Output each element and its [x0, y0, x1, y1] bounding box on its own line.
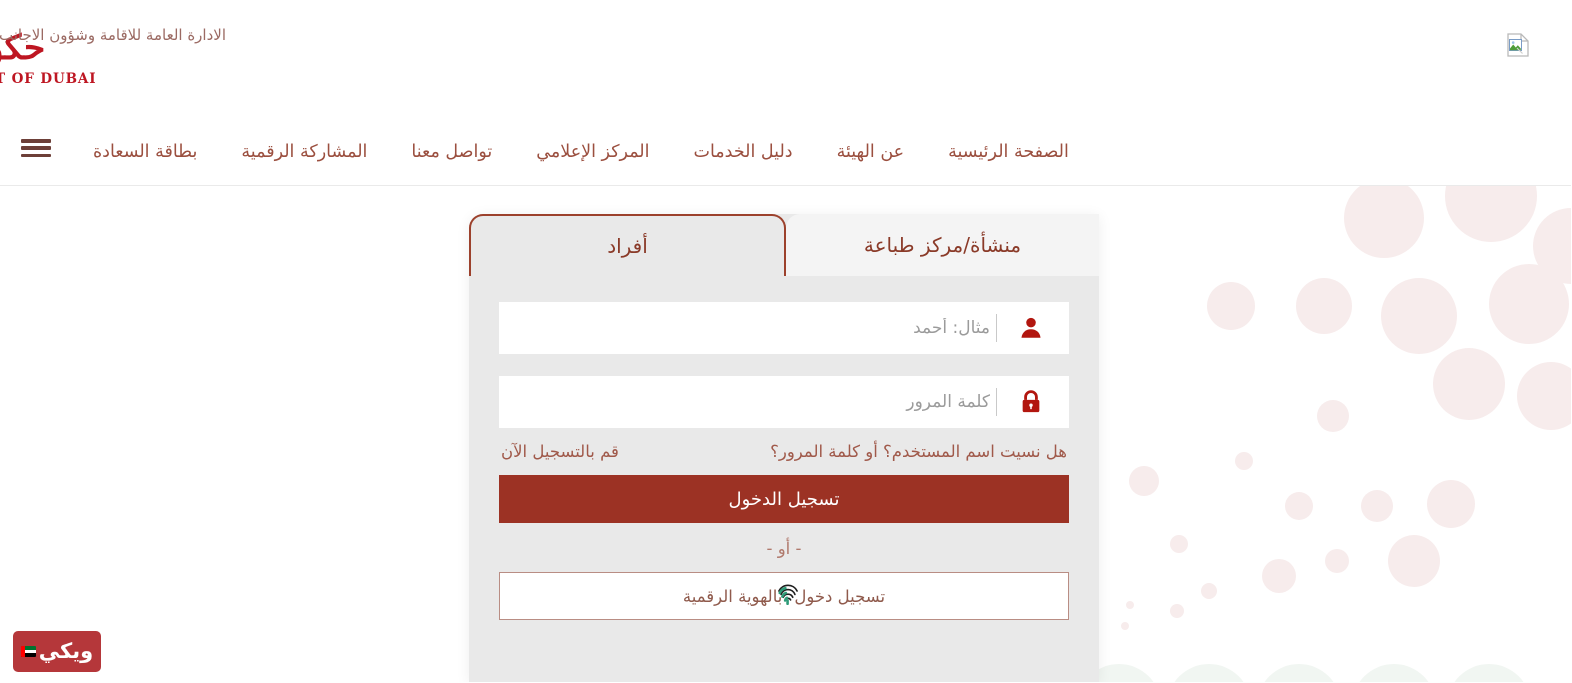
gdrfa-logo-alt-text: الادارة العامة للاقامة وشؤون الاجانب — [0, 26, 227, 44]
tab-establishment-printing-center[interactable]: منشأة/مركز طباعة — [787, 214, 1100, 276]
logo-latin-text: GOVERNMENT OF DUBAI — [0, 71, 98, 87]
fingerprint-uaepass-icon — [776, 581, 802, 611]
uaepass-label-right: تسجيل دخول — [795, 586, 887, 606]
uaepass-login-button[interactable]: تسجيل دخول بالهوية الرقمية — [500, 572, 1070, 620]
tab-individuals[interactable]: أفراد — [470, 214, 787, 276]
login-card: منشأة/مركز طباعة أفراد مثال: أحمد هل نسي… — [470, 214, 1100, 682]
uae-flag-icon — [21, 646, 37, 657]
register-now-link[interactable]: قم بالتسجيل الآن — [502, 442, 620, 461]
password-input[interactable] — [518, 376, 991, 428]
nav-item-about[interactable]: عن الهيئة — [816, 118, 928, 186]
wiki-watermark: ويكي — [14, 631, 102, 672]
nav-item-media-center[interactable]: المركز الإعلامي — [515, 118, 672, 186]
helper-links-row: هل نسيت اسم المستخدم؟ أو كلمة المرور؟ قم… — [502, 442, 1068, 461]
nav-item-home[interactable]: الصفحة الرئيسية — [927, 118, 1092, 186]
nav-item-happiness-card[interactable]: بطاقة السعادة — [72, 118, 220, 186]
user-icon — [1012, 315, 1052, 341]
password-field-wrapper — [500, 376, 1070, 428]
field-separator — [997, 388, 998, 416]
nav-links-list: الصفحة الرئيسية عن الهيئة دليل الخدمات ا… — [72, 118, 1092, 186]
main-navigation-bar: الصفحة الرئيسية عن الهيئة دليل الخدمات ا… — [0, 118, 1572, 291]
nav-item-contact-us[interactable]: تواصل معنا — [390, 118, 515, 186]
top-header: حكومة دبي GOVERNMENT OF DUBAI الادارة ال… — [0, 0, 1572, 118]
login-submit-button[interactable]: تسجيل الدخول — [500, 475, 1070, 523]
lock-icon — [1012, 389, 1052, 415]
hamburger-menu-icon[interactable] — [22, 137, 52, 159]
nav-item-digital-participation[interactable]: المشاركة الرقمية — [220, 118, 390, 186]
page-body: منشأة/مركز طباعة أفراد مثال: أحمد هل نسي… — [0, 186, 1572, 682]
nav-item-services[interactable]: دليل الخدمات — [673, 118, 816, 186]
login-card-body: هل نسيت اسم المستخدم؟ أو كلمة المرور؟ قم… — [470, 276, 1100, 620]
login-tabs: منشأة/مركز طباعة أفراد — [470, 214, 1100, 276]
wiki-watermark-text: ويكي — [39, 639, 95, 663]
forgot-credentials-link[interactable]: هل نسيت اسم المستخدم؟ أو كلمة المرور؟ — [771, 442, 1068, 461]
broken-image-icon — [1508, 33, 1530, 57]
uaepass-label-left: بالهوية الرقمية — [683, 586, 784, 606]
username-input[interactable] — [518, 302, 991, 354]
username-field-wrapper — [500, 302, 1070, 354]
field-separator — [997, 314, 998, 342]
or-divider-label: - أو - — [767, 539, 803, 558]
